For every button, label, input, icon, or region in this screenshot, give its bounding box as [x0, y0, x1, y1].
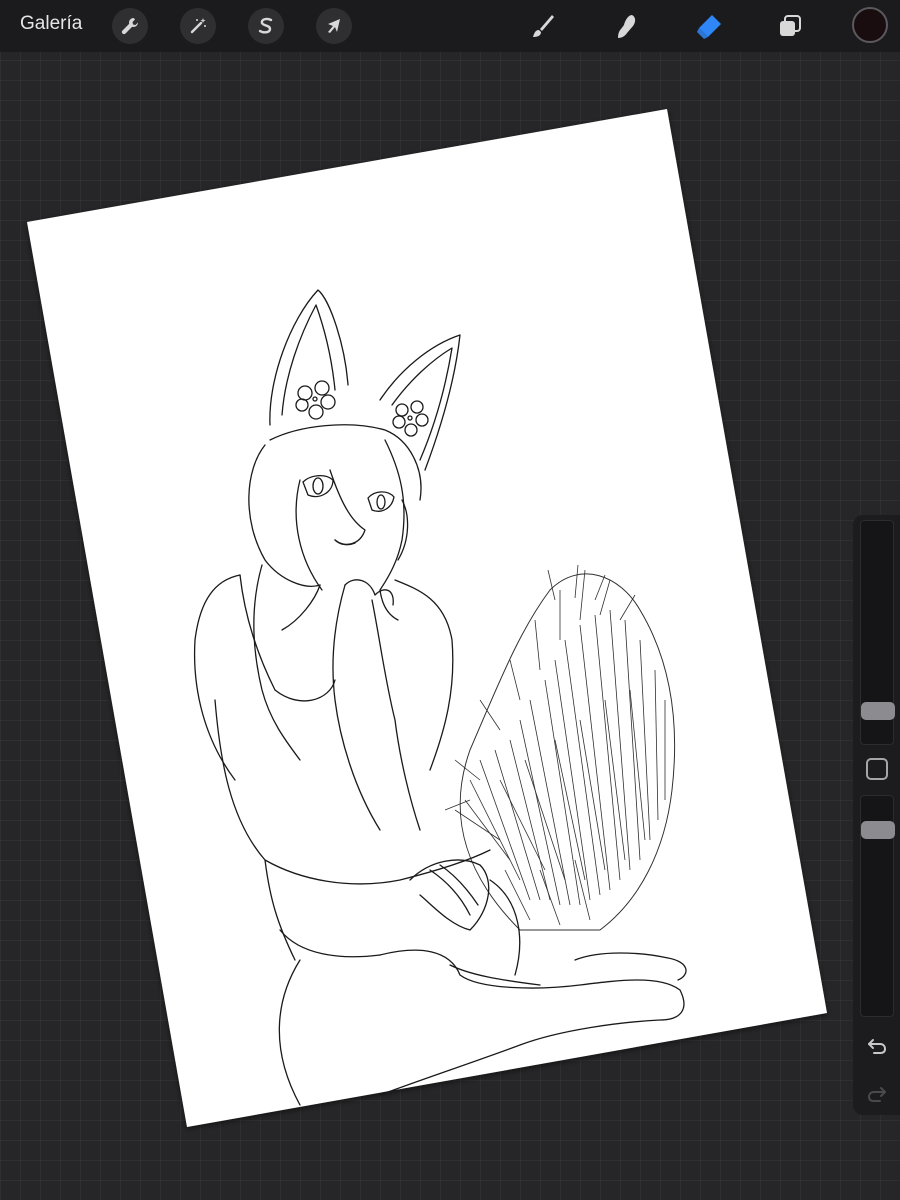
magic-wand-icon: [190, 18, 206, 34]
top-toolbar: Galería: [0, 0, 900, 52]
tail-hatching: [444, 564, 676, 931]
actions-button[interactable]: [112, 8, 148, 44]
adjustments-button[interactable]: [180, 8, 216, 44]
arrow-cursor-icon: [328, 19, 340, 33]
brush-size-thumb[interactable]: [861, 702, 895, 720]
eraser-button[interactable]: [688, 8, 728, 44]
undo-button[interactable]: [863, 1033, 891, 1059]
undo-icon: [868, 1039, 887, 1054]
selection-button[interactable]: [248, 8, 284, 44]
brush-opacity-slider[interactable]: [860, 795, 895, 1017]
modify-button[interactable]: [866, 758, 888, 780]
flower-right: [392, 400, 429, 437]
layers-icon: [780, 15, 801, 36]
brush-button[interactable]: [522, 8, 562, 44]
smudge-finger-icon: [618, 15, 636, 38]
redo-icon: [867, 1087, 886, 1102]
redo-button[interactable]: [863, 1081, 891, 1107]
flower-left: [295, 380, 336, 420]
paper-sheet: [27, 109, 827, 1127]
wrench-icon: [121, 18, 138, 35]
layers-button[interactable]: [770, 8, 810, 44]
canvas-svg: [27, 109, 827, 1127]
eraser-icon: [697, 15, 721, 39]
lineart-drawing: [193, 289, 687, 1106]
brush-icon: [533, 15, 554, 37]
brush-opacity-thumb[interactable]: [861, 821, 895, 839]
color-picker-swatch[interactable]: [852, 7, 888, 43]
smudge-button[interactable]: [606, 8, 646, 44]
drawing-canvas[interactable]: [0, 0, 900, 1200]
brush-sidebar: [853, 515, 900, 1115]
selection-s-icon: [258, 17, 273, 34]
gallery-button[interactable]: Galería: [20, 13, 82, 35]
brush-size-slider[interactable]: [860, 520, 895, 745]
transform-button[interactable]: [316, 8, 352, 44]
